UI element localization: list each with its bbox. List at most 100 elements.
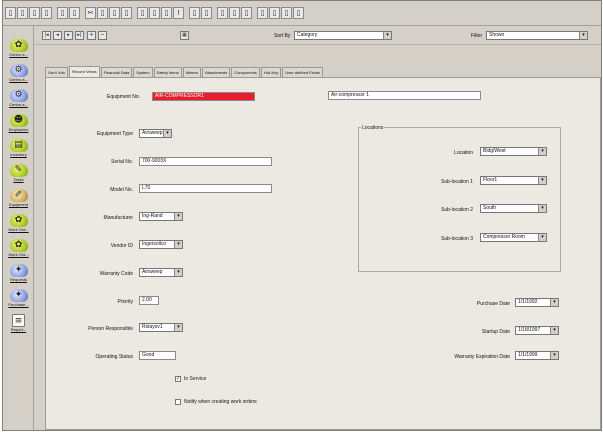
- notify-checkbox[interactable]: [175, 399, 181, 405]
- cut-icon[interactable]: ✂: [85, 7, 96, 19]
- filter-label: Filter: [471, 33, 483, 39]
- manufacturer-select[interactable]: Ing-Rand ▾: [139, 212, 183, 221]
- equipment-type-value: Airsweep: [142, 130, 163, 136]
- alert-icon[interactable]: !: [173, 7, 184, 19]
- warranty-expiration-label: Warranty Expiration Date: [454, 354, 510, 360]
- in-service-checkbox[interactable]: ✓: [175, 376, 181, 382]
- last-record-button[interactable]: ▸|: [75, 31, 84, 40]
- chevron-down-icon[interactable]: ▾: [550, 299, 558, 306]
- tools-icon[interactable]: ▯: [293, 7, 304, 19]
- tab-record-views[interactable]: Record Views: [69, 66, 100, 77]
- preview-icon[interactable]: ▯: [69, 7, 80, 19]
- nav-item-centro-1[interactable]: ✿ Centro a...: [4, 38, 33, 62]
- person-responsible-select[interactable]: Rstaysv1 ▾: [139, 323, 183, 332]
- sub-location-3-select[interactable]: Compressor Room ▾: [480, 233, 547, 242]
- tab-components[interactable]: Components: [231, 67, 260, 77]
- sub-location-3-value: Compressor Room: [483, 234, 525, 240]
- chevron-down-icon[interactable]: ▾: [163, 130, 171, 137]
- grid-icon[interactable]: ▯: [41, 7, 52, 19]
- in-service-label: In Service: [184, 376, 207, 382]
- nav-item-centro-2[interactable]: ⚙ Centro a...: [4, 63, 33, 87]
- filter-select[interactable]: Shown ▾: [486, 31, 588, 40]
- chevron-down-icon[interactable]: ▾: [550, 327, 558, 334]
- purchase-date-picker[interactable]: 1/1/1992 ▾: [515, 298, 559, 307]
- tab-attachments[interactable]: Attachments: [202, 67, 231, 77]
- find-icon[interactable]: ▯: [257, 7, 268, 19]
- print-icon[interactable]: ▯: [57, 7, 68, 19]
- undo-icon[interactable]: ▯: [121, 7, 132, 19]
- notify-label: Notify when creating work orders: [184, 399, 257, 405]
- filter-clear-icon[interactable]: ▯: [241, 7, 252, 19]
- serial-no-field[interactable]: 700-9003X: [139, 157, 272, 166]
- operating-status-field[interactable]: Good: [139, 351, 176, 360]
- chevron-down-icon[interactable]: ▾: [538, 177, 546, 184]
- tab-hot-key[interactable]: Hot-Key: [260, 67, 282, 77]
- tab-general-info[interactable]: Gen'l Info: [45, 67, 68, 77]
- delete-record-button[interactable]: −: [98, 31, 107, 40]
- model-no-field[interactable]: L70: [139, 184, 272, 193]
- sort-descending-icon[interactable]: ▯: [201, 7, 212, 19]
- location-select[interactable]: Bldg/West ▾: [480, 147, 547, 156]
- view-icon[interactable]: ▯: [137, 7, 148, 19]
- sub-location-2-select[interactable]: South ▾: [480, 204, 547, 213]
- chevron-down-icon[interactable]: ▾: [174, 324, 182, 331]
- nav-item-employees[interactable]: ☻ Employees: [4, 113, 33, 137]
- chevron-down-icon[interactable]: ▾: [538, 234, 546, 241]
- paste-icon[interactable]: ▯: [109, 7, 120, 19]
- equipment-type-select[interactable]: Airsweep ▾: [139, 129, 172, 138]
- chevron-down-icon[interactable]: ▾: [538, 148, 546, 155]
- chevron-down-icon[interactable]: ▾: [550, 352, 558, 359]
- help-icon[interactable]: ▯: [281, 7, 292, 19]
- tab-user-defined-fields[interactable]: User defined Fields: [282, 67, 323, 77]
- nav-item-tasks[interactable]: ✎ Tasks: [4, 163, 33, 187]
- tab-financial-data[interactable]: Financial Data: [100, 67, 133, 77]
- copy-icon[interactable]: ▯: [97, 7, 108, 19]
- filter-apply-icon[interactable]: ▯: [229, 7, 240, 19]
- chevron-down-icon[interactable]: ▾: [383, 32, 391, 39]
- chevron-down-icon[interactable]: ▾: [174, 213, 182, 220]
- report-icon[interactable]: ▯: [149, 7, 160, 19]
- chevron-down-icon[interactable]: ▾: [579, 32, 587, 39]
- tab-strip: Gen'l Info Record Views Financial Data S…: [45, 66, 324, 77]
- warranty-expiration-picker[interactable]: 1/1/1999 ▾: [515, 351, 559, 360]
- main-toolbar: ▯ ▯ ▯ ▯ ▯ ▯ ✂ ▯ ▯ ▯ ▯ ▯ ▯ ! ▯ ▯ ▯ ▯ ▯ ▯ …: [3, 1, 601, 26]
- request-icon: ✦: [9, 264, 28, 277]
- next-record-button[interactable]: ▸: [64, 31, 73, 40]
- add-record-button[interactable]: +: [87, 31, 96, 40]
- record-list-icon[interactable]: ▦: [180, 31, 189, 40]
- person-responsible-label: Person Responsible: [88, 326, 133, 332]
- open-icon[interactable]: ▯: [17, 7, 28, 19]
- priority-field[interactable]: 2.00: [139, 296, 159, 305]
- warranty-code-select[interactable]: Airsweep ▾: [139, 268, 183, 277]
- description-field[interactable]: Air-compressor 1: [328, 91, 481, 100]
- sort-ascending-icon[interactable]: ▯: [189, 7, 200, 19]
- chevron-down-icon[interactable]: ▾: [538, 205, 546, 212]
- new-icon[interactable]: ▯: [5, 7, 16, 19]
- tab-meters[interactable]: Meters: [182, 67, 201, 77]
- chevron-down-icon[interactable]: ▾: [174, 241, 182, 248]
- save-icon[interactable]: ▯: [29, 7, 40, 19]
- equipment-no-field[interactable]: AIR-COMPRESSOR1: [152, 92, 255, 101]
- nav-item-work-orders-2[interactable]: ✿ Work Ord...: [4, 238, 33, 262]
- filter-icon[interactable]: ▯: [217, 7, 228, 19]
- chevron-down-icon[interactable]: ▾: [174, 269, 182, 276]
- nav-item-work-orders-1[interactable]: ✿ Work Ord...: [4, 213, 33, 237]
- nav-item-equipment[interactable]: ✐ Equipment: [4, 188, 33, 212]
- sub-location-1-select[interactable]: Floor1 ▾: [480, 176, 547, 185]
- previous-record-button[interactable]: ◂: [53, 31, 62, 40]
- sort-by-select[interactable]: Category ▾: [294, 31, 392, 40]
- binoculars-icon[interactable]: ▯: [269, 7, 280, 19]
- tasks-icon: ✎: [9, 164, 28, 177]
- tab-system[interactable]: System: [133, 67, 153, 77]
- first-record-button[interactable]: |◂: [42, 31, 51, 40]
- vendor-id-select[interactable]: Ingersollco ▾: [139, 240, 183, 249]
- nav-item-requests[interactable]: ✦ Requests: [4, 263, 33, 287]
- tab-safety-items[interactable]: Safety Items: [153, 67, 182, 77]
- table-icon[interactable]: ▯: [161, 7, 172, 19]
- nav-item-centro-3[interactable]: ⚙ Centro a...: [4, 88, 33, 112]
- nav-item-inventory[interactable]: ▤ Inventory: [4, 138, 33, 162]
- nav-item-purchase[interactable]: ✦ Purchase...: [4, 288, 33, 312]
- startup-date-picker[interactable]: 1/18/1997 ▾: [515, 326, 559, 335]
- toolbar-group-print: ▯ ▯: [57, 7, 81, 19]
- nav-item-reports[interactable]: ≡ Report...: [4, 313, 33, 337]
